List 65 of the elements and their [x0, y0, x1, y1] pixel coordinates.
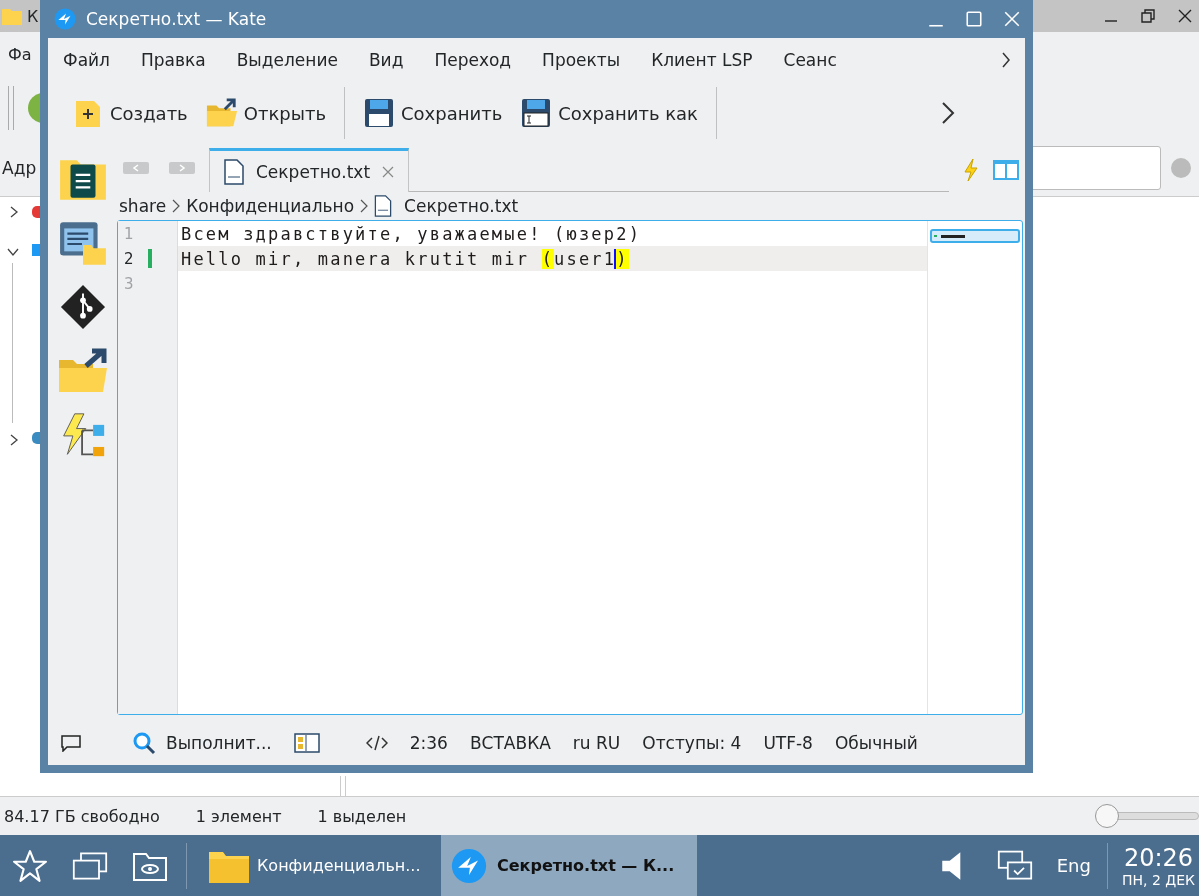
window-folder-icon[interactable] [57, 220, 108, 266]
folder-arrow-icon [205, 97, 238, 129]
menu-item[interactable]: Правка [140, 50, 206, 70]
menu-item[interactable]: Проекты [542, 50, 621, 70]
expander-icon[interactable] [8, 205, 20, 219]
close-icon[interactable] [1177, 8, 1193, 24]
menu-item[interactable]: Переход [434, 50, 512, 70]
folder-arrow-icon[interactable] [57, 348, 108, 394]
address-label: Адр [2, 158, 37, 178]
chevron-right-icon[interactable] [1001, 51, 1011, 69]
toolbar-button[interactable]: Сохранить как [514, 93, 704, 133]
restore-icon[interactable] [1140, 8, 1156, 24]
menu-item[interactable]: Фа [8, 44, 32, 64]
text-editor[interactable]: 1 2 3 Всем здравствуйте, уважаемые! (юзер2) Hello mir, manera krutit mir (user1) [117, 220, 1023, 715]
cursor-position[interactable]: 2:36 [409, 733, 448, 753]
star-icon[interactable] [12, 848, 48, 883]
indent-setting[interactable]: Отступы: 4 [642, 733, 742, 753]
speech-bubble-icon[interactable] [60, 734, 82, 752]
menu-item[interactable]: Вид [368, 50, 404, 70]
search-button[interactable]: Выполнит... [132, 731, 272, 755]
window-title: Секретно.txt — Kate [86, 9, 267, 29]
input-mode[interactable]: ВСТАВКА [469, 733, 551, 753]
expander-icon[interactable] [6, 247, 20, 257]
line-number: 3 [123, 274, 135, 293]
status-text: 1 элемент [195, 806, 282, 826]
chevron-right-icon [360, 199, 369, 213]
text-file-icon [224, 158, 244, 185]
bird-logo-icon [54, 8, 76, 30]
panel-icon[interactable] [293, 733, 320, 753]
maximize-icon[interactable] [965, 10, 983, 28]
line-number: 2 [123, 249, 135, 268]
clock-date[interactable]: ПН, 2 ДЕК [1121, 871, 1195, 888]
menu-item[interactable]: Выделение [236, 50, 338, 70]
code-line: Всем здравствуйте, уважаемые! (юзер2) [180, 223, 642, 244]
menu-item[interactable]: Сеанс [783, 50, 837, 70]
breadcrumb-item[interactable]: Конфиденциально [186, 196, 355, 216]
document-tab[interactable]: Секретно.txt [209, 148, 410, 192]
expander-icon[interactable] [8, 433, 20, 447]
taskbar-item[interactable]: Конфиденциальн... [201, 835, 441, 896]
chevron-right-icon [172, 199, 181, 213]
zoom-slider[interactable] [1095, 804, 1199, 828]
status-text: 84.17 ГБ свободно [4, 806, 160, 826]
breadcrumb-item[interactable]: share [119, 196, 167, 216]
status-text: 1 выделен [317, 806, 407, 826]
chevron-right-icon[interactable] [941, 101, 955, 125]
code-line: Hello mir, manera krutit mir (user1) [180, 248, 629, 269]
encoding-selector[interactable]: UTF-8 [763, 733, 813, 753]
toolbar-button[interactable]: Сохранить [357, 93, 509, 133]
window-title: К [27, 6, 39, 26]
minimap-viewport[interactable] [930, 229, 1020, 243]
highlighting-mode[interactable]: Обычный [834, 733, 918, 753]
toolbar-button[interactable]: Создать [66, 93, 194, 133]
clock-time[interactable]: 20:26 [1123, 843, 1194, 872]
keyboard-layout[interactable]: Eng [1056, 855, 1091, 876]
bird-logo-icon [449, 847, 489, 884]
code-icon[interactable] [365, 734, 388, 752]
breadcrumb-item[interactable]: Секретно.txt [404, 196, 519, 216]
text-file-icon [374, 195, 393, 217]
menu-item[interactable]: Файл [63, 50, 110, 70]
taskbar-item[interactable]: Секретно.txt — К... [441, 835, 697, 896]
menu-item[interactable]: Клиент LSP [651, 50, 753, 70]
toolbar-button[interactable]: Открыть [199, 93, 332, 133]
search-icon [132, 731, 156, 755]
line-number: 1 [123, 224, 135, 243]
language-selector[interactable]: ru RU [572, 733, 621, 753]
